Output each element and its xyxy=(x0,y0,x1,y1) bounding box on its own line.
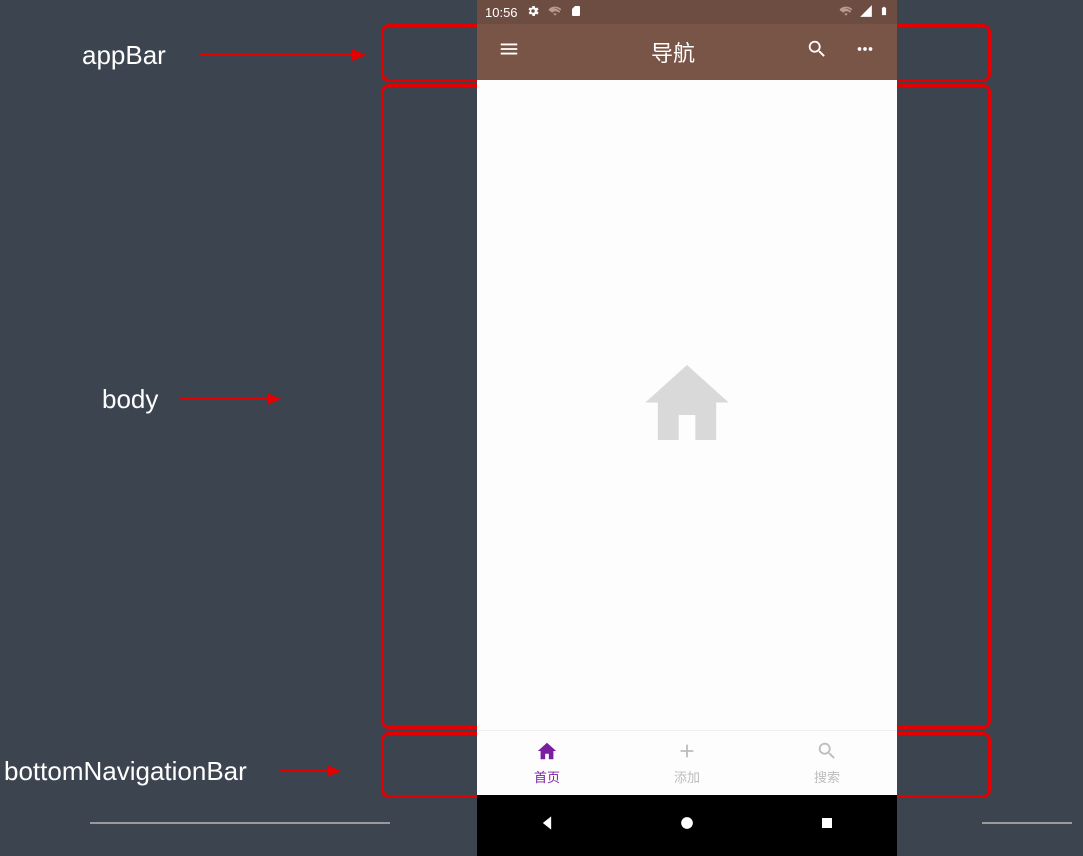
red-arrow-body xyxy=(180,398,280,400)
battery-icon xyxy=(879,4,889,21)
bottom-navigation-bar: 首页 添加 搜索 xyxy=(477,730,897,795)
appbar-title: 导航 xyxy=(651,36,695,68)
phone-frame: 10:56 xyxy=(477,0,897,856)
body-area xyxy=(477,80,897,730)
status-left: 10:56 xyxy=(485,4,582,21)
status-time: 10:56 xyxy=(485,5,518,20)
app-bar: 导航 xyxy=(477,24,897,80)
nav-item-add[interactable]: 添加 xyxy=(617,731,757,795)
red-arrow-appbar xyxy=(200,54,365,56)
red-arrow-bottom xyxy=(280,770,340,772)
appbar-actions xyxy=(793,28,889,76)
annotation-bottomnav-label: bottomNavigationBar xyxy=(4,756,247,787)
nav-item-label: 搜索 xyxy=(814,767,840,786)
more-horiz-icon xyxy=(854,38,876,66)
wifi-icon xyxy=(839,4,853,21)
home-icon xyxy=(536,740,558,765)
system-navigation-bar xyxy=(477,795,897,856)
search-icon xyxy=(806,38,828,66)
sd-icon xyxy=(570,4,582,21)
search-button[interactable] xyxy=(793,28,841,76)
status-bar: 10:56 xyxy=(477,0,897,24)
nav-item-home[interactable]: 首页 xyxy=(477,731,617,795)
menu-icon xyxy=(498,38,520,66)
nav-item-label: 首页 xyxy=(534,767,560,786)
wifi-dim-icon xyxy=(548,4,562,21)
decoration-line-right xyxy=(982,822,1072,824)
back-button[interactable] xyxy=(537,813,557,838)
overflow-button[interactable] xyxy=(841,28,889,76)
decoration-line-left xyxy=(90,822,390,824)
search-icon xyxy=(816,740,838,765)
signal-icon xyxy=(859,4,873,21)
home-button[interactable] xyxy=(677,813,697,838)
nav-item-search[interactable]: 搜索 xyxy=(757,731,897,795)
menu-button[interactable] xyxy=(485,28,533,76)
nav-item-label: 添加 xyxy=(674,767,700,786)
status-right xyxy=(839,4,889,21)
home-placeholder-icon xyxy=(632,353,742,458)
annotation-body-label: body xyxy=(102,384,158,415)
annotation-appbar-label: appBar xyxy=(82,40,166,71)
plus-icon xyxy=(676,740,698,765)
settings-icon xyxy=(526,4,540,21)
recents-button[interactable] xyxy=(817,813,837,838)
